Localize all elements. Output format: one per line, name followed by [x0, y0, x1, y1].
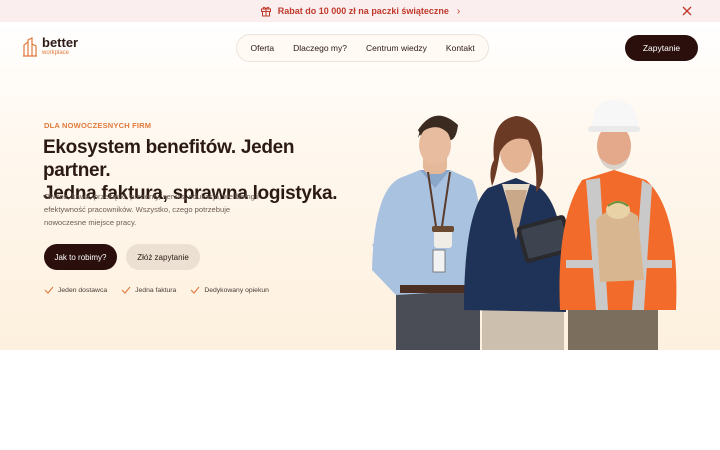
promo-text[interactable]: Rabat do 10 000 zł na paczki świąteczne — [278, 6, 449, 16]
brand-logo[interactable]: better workplace — [22, 35, 79, 57]
check-icon — [190, 286, 200, 294]
hero-description: Owoce, kawa, przekąski, prezenty, serwis… — [44, 192, 259, 227]
nav-item-oferta[interactable]: Oferta — [241, 43, 284, 53]
inquiry-button[interactable]: Zapytanie — [625, 35, 698, 61]
person-office-man — [372, 115, 481, 350]
feature-item: Jedna faktura — [121, 286, 176, 294]
feature-label: Jedna faktura — [135, 286, 177, 294]
feature-list: Jeden dostawca Jedna faktura Dedykowany … — [44, 286, 269, 294]
feature-item: Jeden dostawca — [44, 286, 107, 294]
chevron-right-icon: › — [456, 5, 461, 17]
person-construction-worker — [559, 100, 677, 350]
headline-line-1: Ekosystem benefitów. Jeden partner. — [43, 137, 295, 181]
close-icon[interactable] — [680, 4, 694, 18]
nav-item-dlaczego-my[interactable]: Dlaczego my? — [284, 43, 357, 53]
brand-name: better — [42, 35, 79, 50]
how-we-do-it-button[interactable]: Jak to robimy? — [44, 244, 117, 270]
hero-people-image — [372, 100, 677, 350]
person-business-woman — [464, 116, 578, 350]
main-nav: Oferta Dlaczego my? Centrum wiedzy Konta… — [236, 34, 490, 62]
brand-tagline: workplace — [42, 50, 70, 56]
nav-item-centrum-wiedzy[interactable]: Centrum wiedzy — [356, 43, 436, 53]
check-icon — [44, 286, 54, 294]
hero-eyebrow: DLA NOWOCZESNYCH FIRM — [44, 121, 152, 130]
promo-bar[interactable]: Rabat do 10 000 zł na paczki świąteczne … — [0, 0, 720, 22]
nav-item-kontakt[interactable]: Kontakt — [436, 43, 484, 53]
submit-inquiry-button[interactable]: Złóż zapytanie — [126, 244, 200, 270]
logo-mark-icon — [23, 37, 37, 57]
feature-label: Jeden dostawca — [58, 286, 108, 294]
gift-icon — [260, 6, 271, 17]
feature-item: Dedykowany opiekun — [190, 286, 269, 294]
feature-label: Dedykowany opiekun — [204, 286, 269, 294]
check-icon — [121, 286, 131, 294]
